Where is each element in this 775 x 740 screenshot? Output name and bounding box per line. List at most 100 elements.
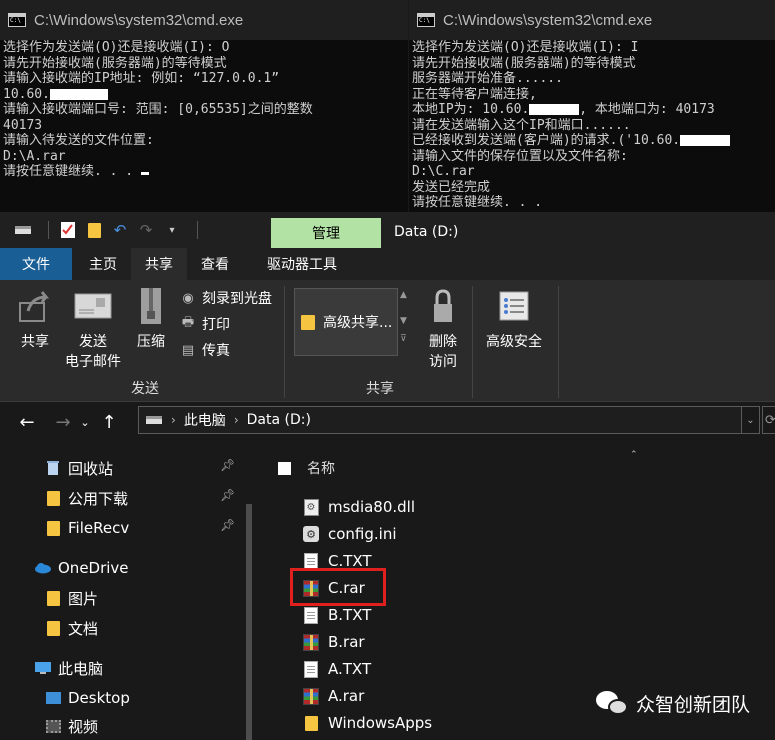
redo-icon[interactable]: ↷ — [137, 221, 155, 239]
ini-icon: ⚙ — [302, 524, 320, 544]
cmd-window-receiver[interactable]: C:\Windows\system32\cmd.exe 选择作为发送端(O)还是… — [409, 0, 775, 212]
text-file-icon — [302, 551, 320, 571]
quick-access-toolbar: ↶ ↷ ▾ 管理 Data (D:) — [0, 212, 775, 248]
cmd-icon — [417, 13, 435, 27]
folder-icon — [302, 713, 320, 733]
recent-locations-chevron-icon[interactable]: ⌄ — [78, 416, 92, 429]
up-arrow-icon[interactable]: ↑ — [94, 412, 124, 433]
share-button[interactable]: 共享 — [14, 286, 56, 352]
tab-file[interactable]: 文件 — [0, 248, 72, 280]
scroll-down-icon[interactable]: ▼ — [400, 316, 407, 326]
file-name: config.ini — [328, 525, 397, 543]
nav-scrollbar[interactable] — [246, 504, 252, 740]
fax-button[interactable]: ▤ 传真 — [180, 340, 230, 360]
cmd-line: D:\A.rar — [3, 148, 66, 164]
folder-icon — [44, 620, 62, 636]
expand-icon[interactable]: ⊽ — [400, 334, 407, 344]
file-row[interactable]: A.rar — [302, 683, 364, 709]
file-row[interactable]: B.rar — [302, 629, 365, 655]
breadcrumb-chevron-icon[interactable]: › — [234, 413, 239, 427]
tab-manage[interactable]: 管理 — [271, 218, 381, 248]
folder-icon — [44, 590, 62, 606]
pin-icon[interactable]: 📌︎ — [220, 518, 235, 532]
breadcrumb-this-pc[interactable]: 此电脑 — [184, 410, 226, 430]
undo-icon[interactable]: ↶ — [111, 221, 129, 239]
forward-arrow-icon[interactable]: → — [48, 412, 78, 433]
tab-share[interactable]: 共享 — [131, 248, 187, 280]
email-button[interactable]: 发送 电子邮件 — [60, 286, 126, 372]
window-title: Data (D:) — [394, 224, 459, 240]
watermark-text: 众智创新团队 — [636, 694, 751, 716]
advanced-share-selector[interactable]: 高级共享... — [294, 288, 398, 356]
zip-icon — [139, 286, 163, 326]
cmd-line: 请按任意键继续. . . — [3, 164, 408, 180]
nav-label: Desktop — [68, 689, 130, 707]
file-name: C.TXT — [328, 552, 372, 570]
select-all-checkbox[interactable] — [278, 461, 291, 475]
file-row[interactable]: A.TXT — [302, 656, 371, 682]
file-name: A.rar — [328, 687, 365, 705]
burn-disc-button[interactable]: ◉ 刻录到光盘 — [180, 288, 272, 308]
file-name: WindowsApps — [328, 714, 433, 732]
print-label: 打印 — [202, 317, 230, 333]
pin-icon[interactable]: 📌︎ — [220, 458, 235, 472]
nav-label: OneDrive — [58, 559, 129, 577]
wechat-logo-icon — [596, 690, 628, 717]
cmd-output: 选择作为发送端(O)还是接收端(I): I 请先开始接收端(服务器端)的等待模式… — [409, 40, 775, 211]
zip-button[interactable]: 压缩 — [132, 286, 170, 352]
back-arrow-icon[interactable]: ← — [12, 412, 42, 433]
cmd-text: 本地IP为: 10.60. — [412, 102, 530, 117]
gallery-scroll[interactable]: ▲ ▼ ⊽ — [400, 290, 407, 344]
tab-home[interactable]: 主页 — [75, 248, 131, 280]
folder-icon — [44, 490, 62, 506]
nav-item-recycle-bin[interactable]: 回收站 — [44, 454, 284, 482]
file-row[interactable]: WindowsApps — [302, 710, 432, 736]
folder-icon — [44, 520, 62, 536]
cmd-line: 选择作为发送端(O)还是接收端(I): I — [412, 40, 639, 55]
users-icon — [301, 314, 319, 330]
nav-label: 此电脑 — [58, 659, 104, 678]
cmd-line: 请输入文件的保存位置以及文件名称: — [412, 148, 628, 164]
cmd-text: 已经接收到发送端(客户端)的请求.('10.60. — [412, 133, 681, 148]
cmd-line: 请先开始接收端(服务器端)的等待模式 — [3, 55, 227, 71]
toolbar-divider — [48, 221, 49, 239]
nav-item-this-pc[interactable]: 此电脑 — [34, 654, 274, 682]
cmd-text: 请按任意键继续. . . — [3, 164, 134, 179]
new-folder-icon[interactable] — [85, 221, 103, 239]
tab-view[interactable]: 查看 — [187, 248, 243, 280]
breadcrumb-chevron-icon[interactable]: › — [171, 413, 176, 427]
address-dropdown-icon[interactable]: ⌄ — [742, 406, 760, 434]
file-row[interactable]: B.TXT — [302, 602, 371, 628]
search-input[interactable]: ⟳ — [762, 406, 775, 434]
cmd-titlebar[interactable]: C:\Windows\system32\cmd.exe — [409, 0, 775, 40]
remove-access-button[interactable]: 删除 访问 — [420, 286, 466, 372]
nav-item-onedrive[interactable]: OneDrive — [34, 554, 274, 582]
drive-icon[interactable] — [14, 221, 32, 239]
properties-icon[interactable] — [59, 221, 77, 239]
toolbar-divider — [197, 221, 198, 239]
file-row[interactable]: C.TXT — [302, 548, 372, 574]
file-row-selected[interactable]: C.rar — [302, 575, 365, 601]
tab-drive-tools[interactable]: 驱动器工具 — [253, 248, 351, 280]
advanced-security-button[interactable]: 高级安全 — [478, 286, 550, 352]
customize-toolbar-icon[interactable]: ▾ — [163, 221, 181, 239]
watermark: 众智创新团队 — [596, 690, 750, 717]
group-divider — [284, 286, 285, 398]
redaction-mark — [529, 104, 580, 115]
address-bar[interactable]: › 此电脑 › Data (D:) — [138, 406, 742, 434]
cmd-titlebar[interactable]: C:\Windows\system32\cmd.exe — [0, 0, 408, 40]
disc-icon: ◉ — [182, 290, 194, 306]
burn-label: 刻录到光盘 — [202, 291, 272, 307]
scroll-up-icon[interactable]: ▲ — [400, 290, 407, 300]
pin-icon[interactable]: 📌︎ — [220, 488, 235, 502]
desktop-icon — [44, 690, 62, 706]
cmd-text: , 本地端口为: 40173 — [579, 102, 715, 117]
cmd-window-sender[interactable]: C:\Windows\system32\cmd.exe 选择作为发送端(O)还是… — [0, 0, 408, 212]
file-row[interactable]: ⚙ msdia80.dll — [302, 494, 415, 520]
file-row[interactable]: ⚙ config.ini — [302, 521, 397, 547]
print-button[interactable]: 🖶 打印 — [180, 314, 230, 334]
file-name: B.rar — [328, 633, 365, 651]
group-label-share: 共享 — [366, 381, 394, 397]
column-header-name[interactable]: 名称 — [278, 458, 335, 478]
breadcrumb-data-drive[interactable]: Data (D:) — [247, 412, 311, 428]
